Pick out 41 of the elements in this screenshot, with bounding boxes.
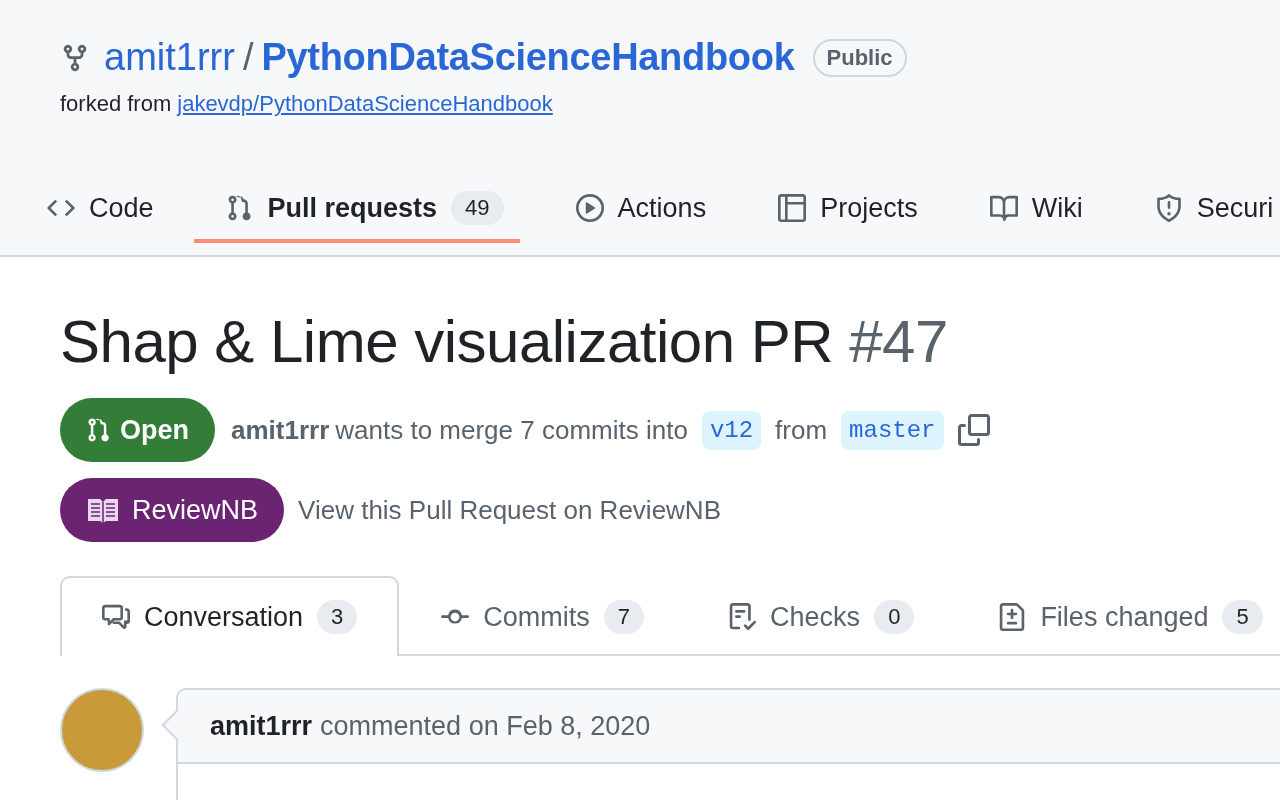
pull-request-icon <box>86 417 112 443</box>
forked-from-label: forked from <box>60 91 172 117</box>
pr-tab[interactable]: Commits 7 <box>399 576 687 656</box>
shield-icon <box>1154 194 1183 222</box>
book-icon <box>989 194 1018 222</box>
repo-nav-tab[interactable]: Projects <box>746 173 934 243</box>
count-badge: 3 <box>317 600 358 634</box>
repo-nav-tab[interactable]: Securi <box>1122 173 1280 243</box>
pr-tab[interactable]: Conversation 3 <box>60 576 400 656</box>
play-icon <box>575 194 604 222</box>
count-badge: 0 <box>874 600 915 634</box>
path-separator: / <box>242 36 254 79</box>
count-badge: 49 <box>451 191 504 225</box>
repo-name-link[interactable]: PythonDataScienceHandbook <box>261 36 795 79</box>
file-diff-icon <box>998 603 1027 631</box>
table-icon <box>778 194 807 222</box>
repo-nav-tab[interactable]: Code <box>15 173 170 243</box>
repo-owner-link[interactable]: amit1rrr <box>104 36 235 79</box>
base-branch-link[interactable]: v12 <box>701 410 762 450</box>
repo-nav-tab[interactable]: Actions <box>543 173 723 243</box>
count-badge: 7 <box>603 600 645 634</box>
copy-icon <box>957 414 990 446</box>
fork-source-link[interactable]: jakevdp/PythonDataScienceHandbook <box>177 91 553 117</box>
repo-nav-tab[interactable]: Wiki <box>957 173 1099 243</box>
head-branch-link[interactable]: master <box>841 410 944 450</box>
comment-timestamp: commented on Feb 8, 2020 <box>320 710 651 742</box>
merge-description: wants to merge 7 commits into <box>335 414 688 446</box>
pr-tab[interactable]: Checks 0 <box>686 576 957 656</box>
state-badge: Open <box>60 398 215 462</box>
from-label: from <box>775 414 828 446</box>
count-badge: 5 <box>1222 600 1263 634</box>
repo-nav-tab[interactable]: Pull requests 49 <box>193 173 520 243</box>
pull-request-title: Shap & Lime visualization PR #47 <box>60 307 949 376</box>
comment-author-link[interactable]: amit1rrr <box>210 710 313 742</box>
pr-tab[interactable]: Files changed 5 <box>956 576 1280 656</box>
comments-icon <box>102 603 130 631</box>
reviewnb-button[interactable]: ReviewNB <box>60 478 285 542</box>
author-link[interactable]: amit1rrr <box>231 414 330 446</box>
reviewnb-description: View this Pull Request on ReviewNB <box>298 494 721 526</box>
checklist-icon <box>728 603 757 631</box>
visibility-label: Public <box>812 38 907 77</box>
